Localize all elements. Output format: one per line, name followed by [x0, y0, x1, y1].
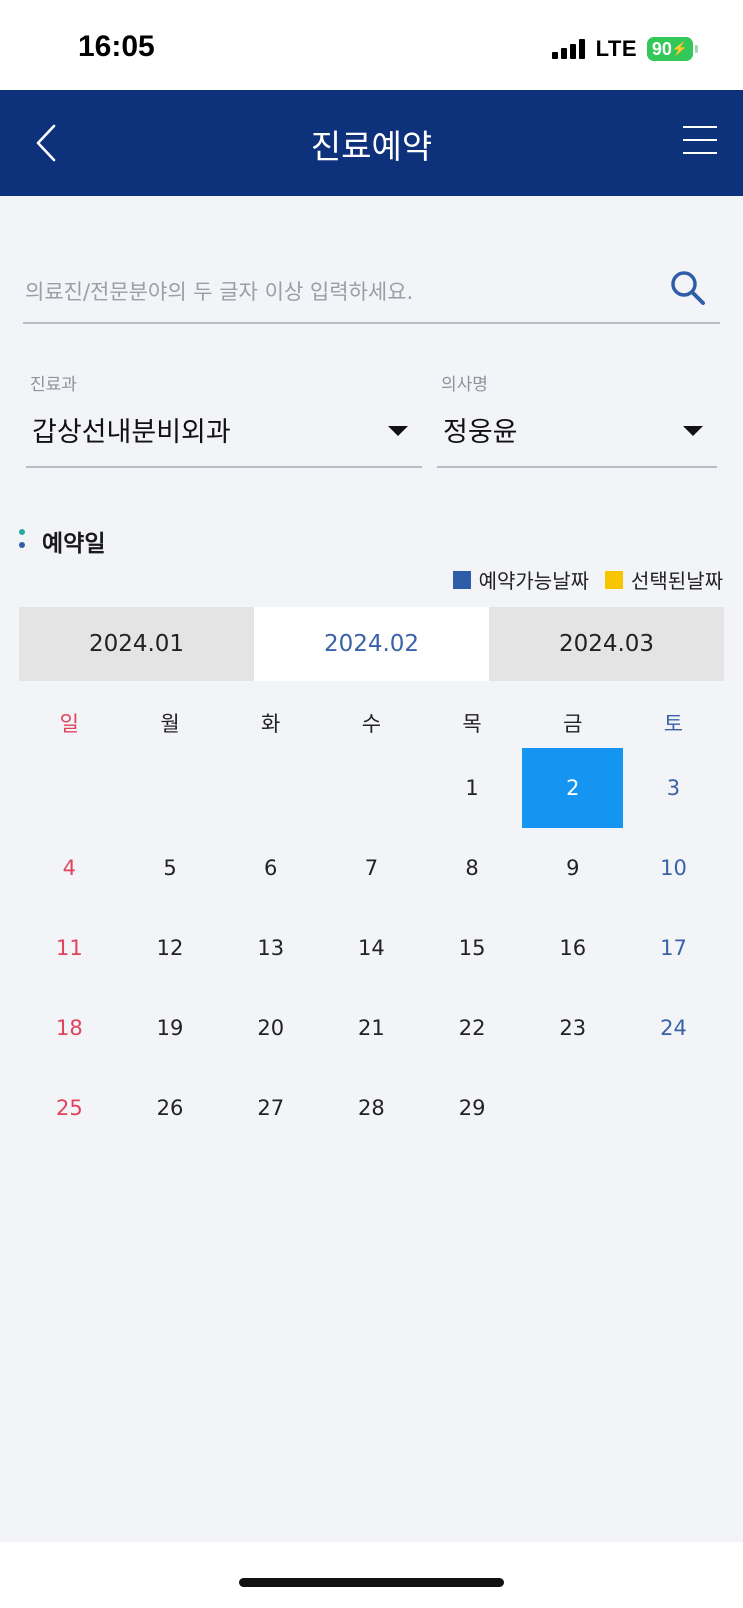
- calendar-empty-cell: [19, 748, 120, 828]
- weekday-thu: 목: [462, 712, 482, 736]
- month-tab-next[interactable]: 2024.03: [489, 607, 724, 681]
- calendar-day[interactable]: 10: [623, 828, 724, 908]
- calendar-empty-cell: [623, 1068, 724, 1148]
- calendar-day[interactable]: 12: [120, 908, 221, 988]
- weekday-sat: 토: [663, 712, 684, 736]
- calendar-week: 18 19 20 21 22 23 24: [19, 988, 724, 1068]
- calendar-day[interactable]: 27: [220, 1068, 321, 1148]
- calendar-day[interactable]: 19: [120, 988, 221, 1068]
- calendar-day[interactable]: 24: [623, 988, 724, 1068]
- calendar-day[interactable]: 7: [321, 828, 422, 908]
- status-bar: 16:05 LTE 90 ⚡: [0, 0, 743, 90]
- caret-down-icon: [388, 426, 408, 436]
- month-tabs: 2024.01 2024.02 2024.03: [19, 607, 724, 681]
- weekday-tue: 화: [261, 712, 281, 736]
- calendar-week: 123: [19, 748, 724, 828]
- calendar-day[interactable]: 5: [120, 828, 221, 908]
- caret-down-icon: [683, 426, 703, 436]
- calendar-day[interactable]: 2: [522, 748, 624, 828]
- calendar-empty-cell: [522, 1068, 623, 1148]
- reservation-page: 16:05 LTE 90 ⚡ 진료예약 의료진/전문분야의 두 글자 이상 입력…: [0, 0, 743, 1608]
- weekday-fri: 금: [563, 712, 583, 736]
- doctor-value: 정웅윤: [443, 417, 518, 448]
- calendar-day[interactable]: 6: [220, 828, 321, 908]
- section-title: 예약일: [42, 531, 106, 557]
- battery-icon: 90 ⚡: [647, 37, 698, 61]
- calendar-day[interactable]: 20: [220, 988, 321, 1068]
- calendar-day[interactable]: 25: [19, 1068, 120, 1148]
- calendar-day[interactable]: 26: [120, 1068, 221, 1148]
- calendar-day[interactable]: 22: [422, 988, 523, 1068]
- calendar-week: 4 5 6 7 8 9 10: [19, 828, 724, 908]
- calendar-day[interactable]: 21: [321, 988, 422, 1068]
- legend-selected: 선택된날짜: [605, 565, 723, 594]
- search-icon: [671, 271, 705, 305]
- department-label: 진료과: [30, 375, 77, 395]
- calendar-day[interactable]: 9: [522, 828, 623, 908]
- calendar-day[interactable]: 13: [220, 908, 321, 988]
- legend-available-label: 예약가능날짜: [478, 569, 589, 593]
- signal-icon: [551, 39, 588, 59]
- calendar-day[interactable]: 15: [422, 908, 523, 988]
- calendar-empty-cell: [220, 748, 321, 828]
- calendar-day[interactable]: 11: [19, 908, 120, 988]
- calendar-day[interactable]: 17: [623, 908, 724, 988]
- weekday-wed: 수: [361, 712, 382, 736]
- search-button[interactable]: [668, 268, 708, 308]
- calendar-week: 11 12 13 14 15 16 17: [19, 908, 724, 988]
- status-time: 16:05: [78, 30, 155, 63]
- calendar-weekdays: 일 월 화 수 목 금 토: [19, 700, 724, 748]
- calendar-day[interactable]: 18: [19, 988, 120, 1068]
- doctor-label: 의사명: [441, 375, 488, 395]
- battery-level: 90: [651, 38, 672, 59]
- doctor-select[interactable]: 의사명 정웅윤: [437, 370, 717, 468]
- calendar-day[interactable]: 28: [321, 1068, 422, 1148]
- calendar-days: 1 2 3 4 5 6 7 8 9 10 11 12 13 14 15 16 17 18 19 20 21 22 23 24 2…: [19, 748, 724, 1148]
- weekday-sun: 일: [59, 712, 79, 736]
- weekday-mon: 월: [160, 712, 180, 736]
- calendar-day[interactable]: 4: [19, 828, 120, 908]
- calendar-day[interactable]: 16: [522, 908, 623, 988]
- legend: 예약가능날짜 선택된날짜: [437, 565, 723, 594]
- month-tab-prev[interactable]: 2024.01: [19, 607, 254, 681]
- app-header: 진료예약: [0, 90, 743, 196]
- status-indicators: LTE 90 ⚡: [551, 36, 698, 62]
- department-value: 갑상선내분비외과: [32, 417, 231, 448]
- calendar-day[interactable]: 23: [522, 988, 623, 1068]
- page-title: 진료예약: [310, 127, 433, 166]
- department-select[interactable]: 진료과 갑상선내분비외과: [26, 370, 422, 468]
- bottom-safe-area: [0, 1542, 743, 1608]
- calendar-day[interactable]: 29: [422, 1068, 523, 1148]
- search-bar: [23, 260, 720, 324]
- home-indicator: [239, 1578, 504, 1587]
- calendar-day[interactable]: 1: [422, 748, 523, 828]
- calendar-day[interactable]: 3: [623, 748, 724, 828]
- calendar: 일 월 화 수 목 금 토 1 2 3 4 5 6 7 8 9 10 11 12 13 14 15 16 17 1…: [19, 700, 724, 1148]
- bullet-dots-icon: [19, 529, 27, 553]
- calendar-empty-cell: [120, 748, 221, 828]
- calendar-empty-cell: [321, 748, 422, 828]
- hamburger-menu-icon: [683, 126, 717, 154]
- calendar-day[interactable]: 14: [321, 908, 422, 988]
- search-input[interactable]: [25, 272, 645, 312]
- month-tab-current[interactable]: 2024.02: [254, 607, 489, 681]
- network-type: LTE: [595, 36, 637, 61]
- calendar-day[interactable]: 8: [422, 828, 523, 908]
- legend-available: 예약가능날짜: [452, 565, 589, 594]
- legend-swatch-selected: [605, 570, 623, 589]
- menu-button[interactable]: [683, 126, 717, 158]
- legend-swatch-available: [452, 570, 471, 589]
- legend-selected-label: 선택된날짜: [631, 569, 723, 593]
- calendar-week: 25 26 27 28 29: [19, 1068, 724, 1148]
